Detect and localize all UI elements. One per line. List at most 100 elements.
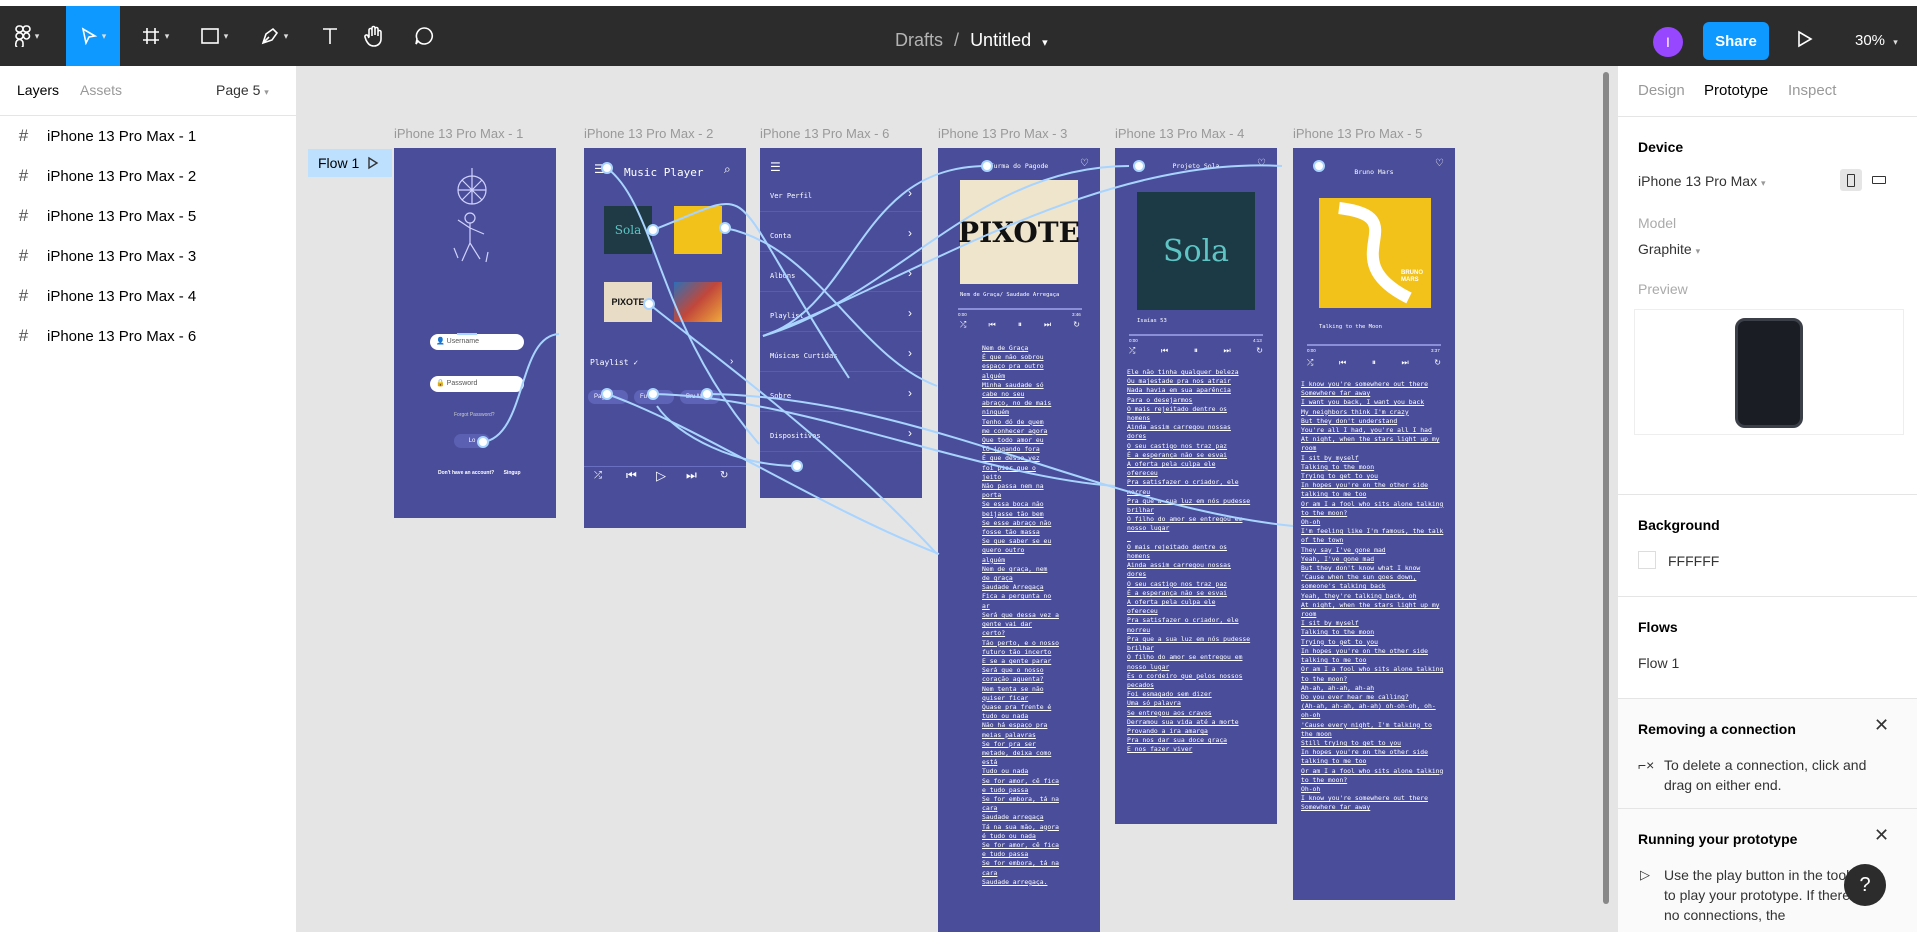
pen-tool-button[interactable]: ▾ bbox=[252, 6, 296, 66]
file-name[interactable]: Untitled bbox=[970, 30, 1031, 50]
canvas[interactable]: Flow 1 iPhone 13 Pro Max - 1 iPhone 13 P… bbox=[297, 66, 1617, 932]
forgot-password-link[interactable]: Forgot Password? bbox=[454, 412, 495, 418]
main-menu-button[interactable]: ▾ bbox=[0, 6, 54, 66]
tab-design[interactable]: Design bbox=[1638, 82, 1685, 99]
close-icon[interactable]: ✕ bbox=[1874, 715, 1889, 736]
canvas-scrollbar[interactable] bbox=[1603, 72, 1609, 904]
next-icon[interactable]: ⏭ bbox=[1401, 358, 1408, 368]
next-icon[interactable]: ⏭ bbox=[1044, 320, 1051, 330]
flow-item[interactable]: Flow 1 bbox=[1638, 655, 1679, 671]
breadcrumb-drafts[interactable]: Drafts bbox=[895, 30, 943, 50]
progress-bar[interactable] bbox=[958, 308, 1082, 310]
help-button[interactable]: ? bbox=[1844, 864, 1886, 906]
next-icon[interactable]: ⏭ bbox=[686, 468, 697, 483]
menu-item[interactable]: Playlist › bbox=[760, 302, 922, 332]
portrait-toggle[interactable] bbox=[1840, 169, 1862, 191]
shuffle-icon[interactable]: ⤮ bbox=[594, 470, 602, 481]
frame-music-player[interactable]: ☰ Music Player ⌕ Sola PIXOTE Playlist ✓ … bbox=[584, 148, 746, 528]
avatar[interactable]: I bbox=[1653, 27, 1683, 57]
login-button[interactable]: Lo bbox=[454, 434, 490, 448]
menu-item[interactable]: Albuns › bbox=[760, 262, 922, 292]
close-icon[interactable]: ✕ bbox=[1874, 825, 1889, 846]
background-hex[interactable]: FFFFFF bbox=[1668, 553, 1719, 569]
frame-label[interactable]: iPhone 13 Pro Max - 1 bbox=[394, 126, 523, 141]
previous-icon[interactable]: ⏮ bbox=[1339, 358, 1346, 368]
frame-tool-button[interactable]: ▾ bbox=[133, 6, 177, 66]
menu-item[interactable]: Músicas Curtidas › bbox=[760, 342, 922, 372]
repeat-icon[interactable]: ↻ bbox=[1073, 320, 1080, 330]
repeat-icon[interactable]: ↻ bbox=[1256, 346, 1263, 356]
frame-song-pixote[interactable]: Turma do Pagode ♡ PIXOTE Nem de Graça/ S… bbox=[938, 148, 1100, 932]
comment-tool-button[interactable] bbox=[406, 6, 442, 66]
album-cover-bruno[interactable] bbox=[674, 206, 722, 254]
playlist-label[interactable]: Playlist ✓ bbox=[590, 358, 638, 367]
frame-label[interactable]: iPhone 13 Pro Max - 4 bbox=[1115, 126, 1244, 141]
chevron-down-icon[interactable]: ▾ bbox=[1042, 37, 1048, 49]
layer-item[interactable]: # iPhone 13 Pro Max - 5 bbox=[0, 196, 297, 236]
previous-icon[interactable]: ⏮ bbox=[1161, 346, 1168, 356]
model-dropdown[interactable]: Graphite ▾ bbox=[1638, 241, 1700, 257]
frame-menu[interactable]: ☰ Ver Perfil › Conta › Albuns › Playlist › Músic… bbox=[760, 148, 922, 498]
chevron-right-icon[interactable]: › bbox=[730, 356, 733, 367]
hand-tool-button[interactable] bbox=[356, 6, 392, 66]
file-title[interactable]: Drafts / Untitled ▾ bbox=[895, 30, 1048, 51]
next-icon[interactable]: ⏭ bbox=[1223, 346, 1230, 356]
previous-icon[interactable]: ⏮ bbox=[989, 320, 996, 330]
page-selector[interactable]: Page 5 ▾ bbox=[216, 82, 269, 98]
previous-icon[interactable]: ⏮ bbox=[626, 468, 637, 483]
layer-item[interactable]: # iPhone 13 Pro Max - 3 bbox=[0, 236, 297, 276]
landscape-toggle[interactable] bbox=[1868, 169, 1890, 191]
pause-icon[interactable]: ⏸ bbox=[1018, 320, 1022, 330]
tab-prototype[interactable]: Prototype bbox=[1704, 82, 1768, 99]
heart-icon[interactable]: ♡ bbox=[1080, 158, 1089, 169]
playlist-chip[interactable]: Pago bbox=[588, 390, 628, 404]
text-tool-button[interactable] bbox=[312, 6, 348, 66]
layer-item[interactable]: # iPhone 13 Pro Max - 2 bbox=[0, 156, 297, 196]
move-tool-button[interactable]: ▾ bbox=[66, 6, 120, 66]
zoom-dropdown[interactable]: 30% ▾ bbox=[1855, 32, 1898, 49]
frame-label[interactable]: iPhone 13 Pro Max - 5 bbox=[1293, 126, 1422, 141]
frame-song-sola[interactable]: Projeto Sola ♡ Sola Isaías 53 0:00 4:13 … bbox=[1115, 148, 1277, 824]
menu-item[interactable]: Ver Perfil › bbox=[760, 182, 922, 212]
heart-icon[interactable]: ♡ bbox=[1435, 158, 1444, 169]
hamburger-icon[interactable]: ☰ bbox=[594, 162, 605, 176]
present-button[interactable] bbox=[1797, 30, 1813, 53]
tab-assets[interactable]: Assets bbox=[80, 82, 122, 98]
color-swatch[interactable] bbox=[1638, 551, 1656, 569]
password-field[interactable]: 🔒 Password bbox=[430, 376, 524, 392]
flow-starting-point[interactable]: Flow 1 bbox=[308, 149, 392, 177]
share-button[interactable]: Share bbox=[1703, 22, 1769, 60]
search-icon[interactable]: ⌕ bbox=[724, 162, 731, 177]
frame-label[interactable]: iPhone 13 Pro Max - 2 bbox=[584, 126, 713, 141]
shuffle-icon[interactable]: ⤮ bbox=[1307, 358, 1313, 368]
repeat-icon[interactable]: ↻ bbox=[720, 470, 728, 481]
frame-song-bruno[interactable]: Bruno Mars ♡ BRUNO MARS Talking to the M… bbox=[1293, 148, 1455, 900]
layer-item[interactable]: # iPhone 13 Pro Max - 1 bbox=[0, 116, 297, 156]
playlist-chip[interactable]: Fu bbox=[634, 390, 674, 404]
layer-item[interactable]: # iPhone 13 Pro Max - 4 bbox=[0, 276, 297, 316]
device-dropdown[interactable]: iPhone 13 Pro Max ▾ bbox=[1638, 173, 1766, 189]
signup-link[interactable]: Singup bbox=[504, 470, 521, 476]
album-cover-pixote[interactable]: PIXOTE bbox=[604, 282, 652, 322]
layer-item[interactable]: # iPhone 13 Pro Max - 6 bbox=[0, 316, 297, 356]
pause-icon[interactable]: ⏸ bbox=[1372, 358, 1376, 368]
heart-icon[interactable]: ♡ bbox=[1257, 158, 1266, 169]
album-cover-sola[interactable]: Sola bbox=[604, 206, 652, 254]
menu-item[interactable]: Conta › bbox=[760, 222, 922, 252]
shuffle-icon[interactable]: ⤮ bbox=[960, 320, 966, 330]
username-field[interactable]: 👤 Username bbox=[430, 334, 524, 350]
tab-inspect[interactable]: Inspect bbox=[1788, 82, 1836, 99]
album-cover-fundo[interactable] bbox=[674, 282, 722, 322]
progress-bar[interactable] bbox=[1129, 334, 1263, 336]
frame-label[interactable]: iPhone 13 Pro Max - 3 bbox=[938, 126, 1067, 141]
shape-tool-button[interactable]: ▾ bbox=[192, 6, 236, 66]
tab-layers[interactable]: Layers bbox=[17, 82, 59, 98]
frame-login[interactable]: 👤 Username 🔒 Password Forgot Password? L… bbox=[394, 148, 556, 518]
playlist-chip[interactable]: Bru M bbox=[680, 390, 720, 404]
hamburger-icon[interactable]: ☰ bbox=[770, 160, 781, 174]
frame-label[interactable]: iPhone 13 Pro Max - 6 bbox=[760, 126, 889, 141]
play-icon[interactable]: ▷ bbox=[656, 468, 666, 484]
pause-icon[interactable]: ⏸ bbox=[1194, 346, 1198, 356]
menu-item[interactable]: Dispositivos › bbox=[760, 422, 922, 452]
progress-bar[interactable] bbox=[1307, 344, 1441, 346]
